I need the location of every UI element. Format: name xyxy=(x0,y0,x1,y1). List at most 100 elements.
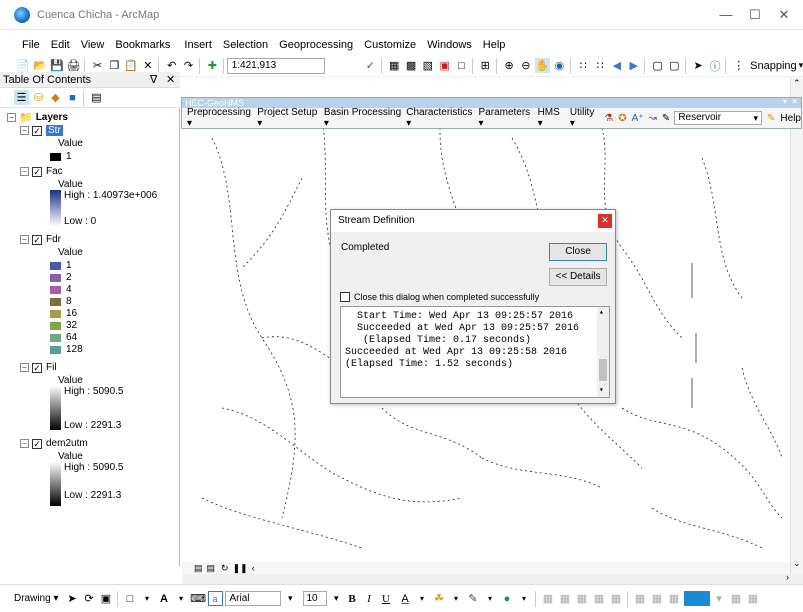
map-vertical-scrollbar[interactable]: ⌃ ⌄ xyxy=(790,78,803,574)
copy-icon[interactable]: ❐ xyxy=(107,58,122,73)
rectangle-icon[interactable]: □ xyxy=(123,591,138,606)
layer-visibility-checkbox[interactable]: ✓ xyxy=(32,362,42,373)
hms-flow-path-icon[interactable]: ⚗ xyxy=(604,113,613,124)
italic-icon[interactable]: I xyxy=(362,591,377,606)
hms-profile-icon[interactable]: ↝ xyxy=(649,113,657,124)
layer-name[interactable]: Fac xyxy=(46,166,63,177)
chevron-down-icon[interactable]: ▾ xyxy=(449,591,464,606)
close-button[interactable]: Close xyxy=(549,243,607,261)
delete-icon[interactable]: ✕ xyxy=(140,58,155,73)
chevron-down-icon[interactable]: ⌄ xyxy=(793,558,801,569)
chevron-left-icon[interactable]: ‹ xyxy=(252,563,255,573)
zoom-in-icon[interactable]: ⊕ xyxy=(502,58,517,73)
chevron-down-icon[interactable]: ▾ xyxy=(783,97,787,107)
layer-fdr-row[interactable]: − ✓ Fdr xyxy=(20,234,61,245)
text-icon[interactable]: A xyxy=(157,591,172,606)
refresh-icon[interactable]: ↻ xyxy=(221,563,229,574)
hms-edit-icon[interactable]: ✎ xyxy=(767,113,775,124)
list-by-drawing-order-icon[interactable]: ☰ xyxy=(14,90,29,105)
collapse-icon[interactable]: − xyxy=(20,439,29,448)
line-color-icon[interactable]: ✎ xyxy=(466,591,481,606)
menu-selection[interactable]: Selection xyxy=(223,39,268,51)
chevron-right-icon[interactable]: › xyxy=(786,572,789,582)
menu-help[interactable]: Help xyxy=(483,39,506,51)
layer-name[interactable]: dem2utm xyxy=(46,438,88,449)
select-elements-icon[interactable]: ➤ xyxy=(65,591,80,606)
rotate-icon[interactable]: ⟳ xyxy=(82,591,97,606)
bold-icon[interactable]: B xyxy=(345,591,360,606)
layout-view-icon[interactable]: ▤ xyxy=(207,563,216,574)
zoom-out-icon[interactable]: ⊖ xyxy=(518,58,533,73)
map-scale-input[interactable]: 1:421,913 xyxy=(226,57,326,74)
layer-name[interactable]: Str xyxy=(46,125,63,136)
collapse-icon[interactable]: − xyxy=(20,126,29,135)
select-elements-icon[interactable]: ➤ xyxy=(691,58,706,73)
color-swatch[interactable] xyxy=(683,591,710,606)
cut-icon[interactable]: ✂ xyxy=(90,58,105,73)
collapse-icon[interactable]: − xyxy=(20,235,29,244)
fixed-zoom-in-icon[interactable]: ∷ xyxy=(576,58,591,73)
close-toc-icon[interactable]: ✕ xyxy=(166,72,175,88)
menu-insert[interactable]: Insert xyxy=(184,39,212,51)
layers-root-row[interactable]: − 📁 Layers xyxy=(7,111,68,124)
menu-edit[interactable]: Edit xyxy=(51,39,70,51)
toc-options-icon[interactable]: ▤ xyxy=(89,90,104,105)
close-when-completed-checkbox[interactable] xyxy=(340,292,350,302)
edit-vertices-icon[interactable]: ⌨ xyxy=(190,591,206,606)
list-by-visibility-icon[interactable]: ◆ xyxy=(48,90,63,105)
chevron-down-icon[interactable]: ▾ xyxy=(174,591,189,606)
back-extent-icon[interactable]: ◀ xyxy=(610,58,625,73)
add-data-icon[interactable]: ✚ xyxy=(205,58,220,73)
clear-selection-icon[interactable]: ▢ xyxy=(667,58,682,73)
snapping-menu[interactable]: Snapping xyxy=(750,60,797,72)
dialog-log-textarea[interactable]: Start Time: Wed Apr 13 09:25:57 2016 Suc… xyxy=(340,306,610,398)
chevron-down-icon[interactable]: ▾ xyxy=(483,591,498,606)
layer-visibility-checkbox[interactable]: ✓ xyxy=(32,125,42,136)
layer-fil-row[interactable]: − ✓ Fil xyxy=(20,362,57,373)
underline-icon[interactable]: U xyxy=(379,591,394,606)
drawing-menu[interactable]: Drawing ▾ xyxy=(14,593,59,604)
hms-point-delineate-icon[interactable]: ✪ xyxy=(618,113,626,124)
layer-name[interactable]: Fdr xyxy=(46,234,61,245)
map-horizontal-scrollbar[interactable]: › xyxy=(182,572,803,584)
minimize-button[interactable]: — xyxy=(716,7,736,22)
zoom-whole-page-icon[interactable]: ▣ xyxy=(99,591,114,606)
menu-geoprocessing[interactable]: Geoprocessing xyxy=(279,39,353,51)
collapse-icon[interactable]: − xyxy=(20,167,29,176)
font-color-icon[interactable]: A xyxy=(398,591,413,606)
layer-visibility-checkbox[interactable]: ✓ xyxy=(32,438,42,449)
forward-extent-icon[interactable]: ▶ xyxy=(626,58,641,73)
chevron-down-icon[interactable]: ▾ xyxy=(599,385,604,395)
chevron-up-icon[interactable]: ⌃ xyxy=(793,78,801,89)
marker-color-icon[interactable]: ● xyxy=(500,591,515,606)
hms-pencil-icon[interactable]: ✎ xyxy=(662,113,670,124)
hms-help-button[interactable]: Help xyxy=(780,113,801,124)
menu-parameters[interactable]: Parameters ▾ xyxy=(478,107,532,129)
menu-file[interactable]: File xyxy=(22,39,40,51)
dialog-close-icon[interactable]: ✕ xyxy=(598,214,612,228)
menu-view[interactable]: View xyxy=(81,39,105,51)
layer-dem2utm-row[interactable]: − ✓ dem2utm xyxy=(20,438,88,449)
identify-icon[interactable]: ⓘ xyxy=(708,58,723,73)
font-size-select[interactable]: 10 ▾ xyxy=(302,591,339,606)
close-toolbar-icon[interactable]: ✕ xyxy=(791,97,798,107)
undo-icon[interactable]: ↶ xyxy=(164,58,179,73)
menu-project-setup[interactable]: Project Setup ▾ xyxy=(257,107,319,129)
font-icon[interactable]: a xyxy=(207,591,223,606)
editor-toolbar-icon[interactable]: ✓ xyxy=(363,58,378,73)
menu-basin-processing[interactable]: Basin Processing ▾ xyxy=(324,107,401,129)
select-features-icon[interactable]: ▢ xyxy=(650,58,665,73)
python-window-icon[interactable]: □ xyxy=(454,58,469,73)
pan-icon[interactable]: ✋ xyxy=(535,58,551,73)
menu-bookmarks[interactable]: Bookmarks xyxy=(115,39,170,51)
hms-text-icon[interactable]: A⁺ xyxy=(632,113,644,124)
new-document-icon[interactable]: 📄 xyxy=(16,58,31,73)
scroll-thumb[interactable] xyxy=(599,359,607,381)
list-by-selection-icon[interactable]: ■ xyxy=(65,90,80,105)
layer-visibility-checkbox[interactable]: ✓ xyxy=(32,166,42,177)
table-icon[interactable]: ▦ xyxy=(387,58,402,73)
chevron-down-icon[interactable]: ▾ xyxy=(517,591,532,606)
data-view-icon[interactable]: ▤ xyxy=(194,563,203,574)
pause-drawing-icon[interactable]: ❚❚ xyxy=(233,563,248,574)
layer-str-row[interactable]: − ✓ Str xyxy=(20,125,63,136)
